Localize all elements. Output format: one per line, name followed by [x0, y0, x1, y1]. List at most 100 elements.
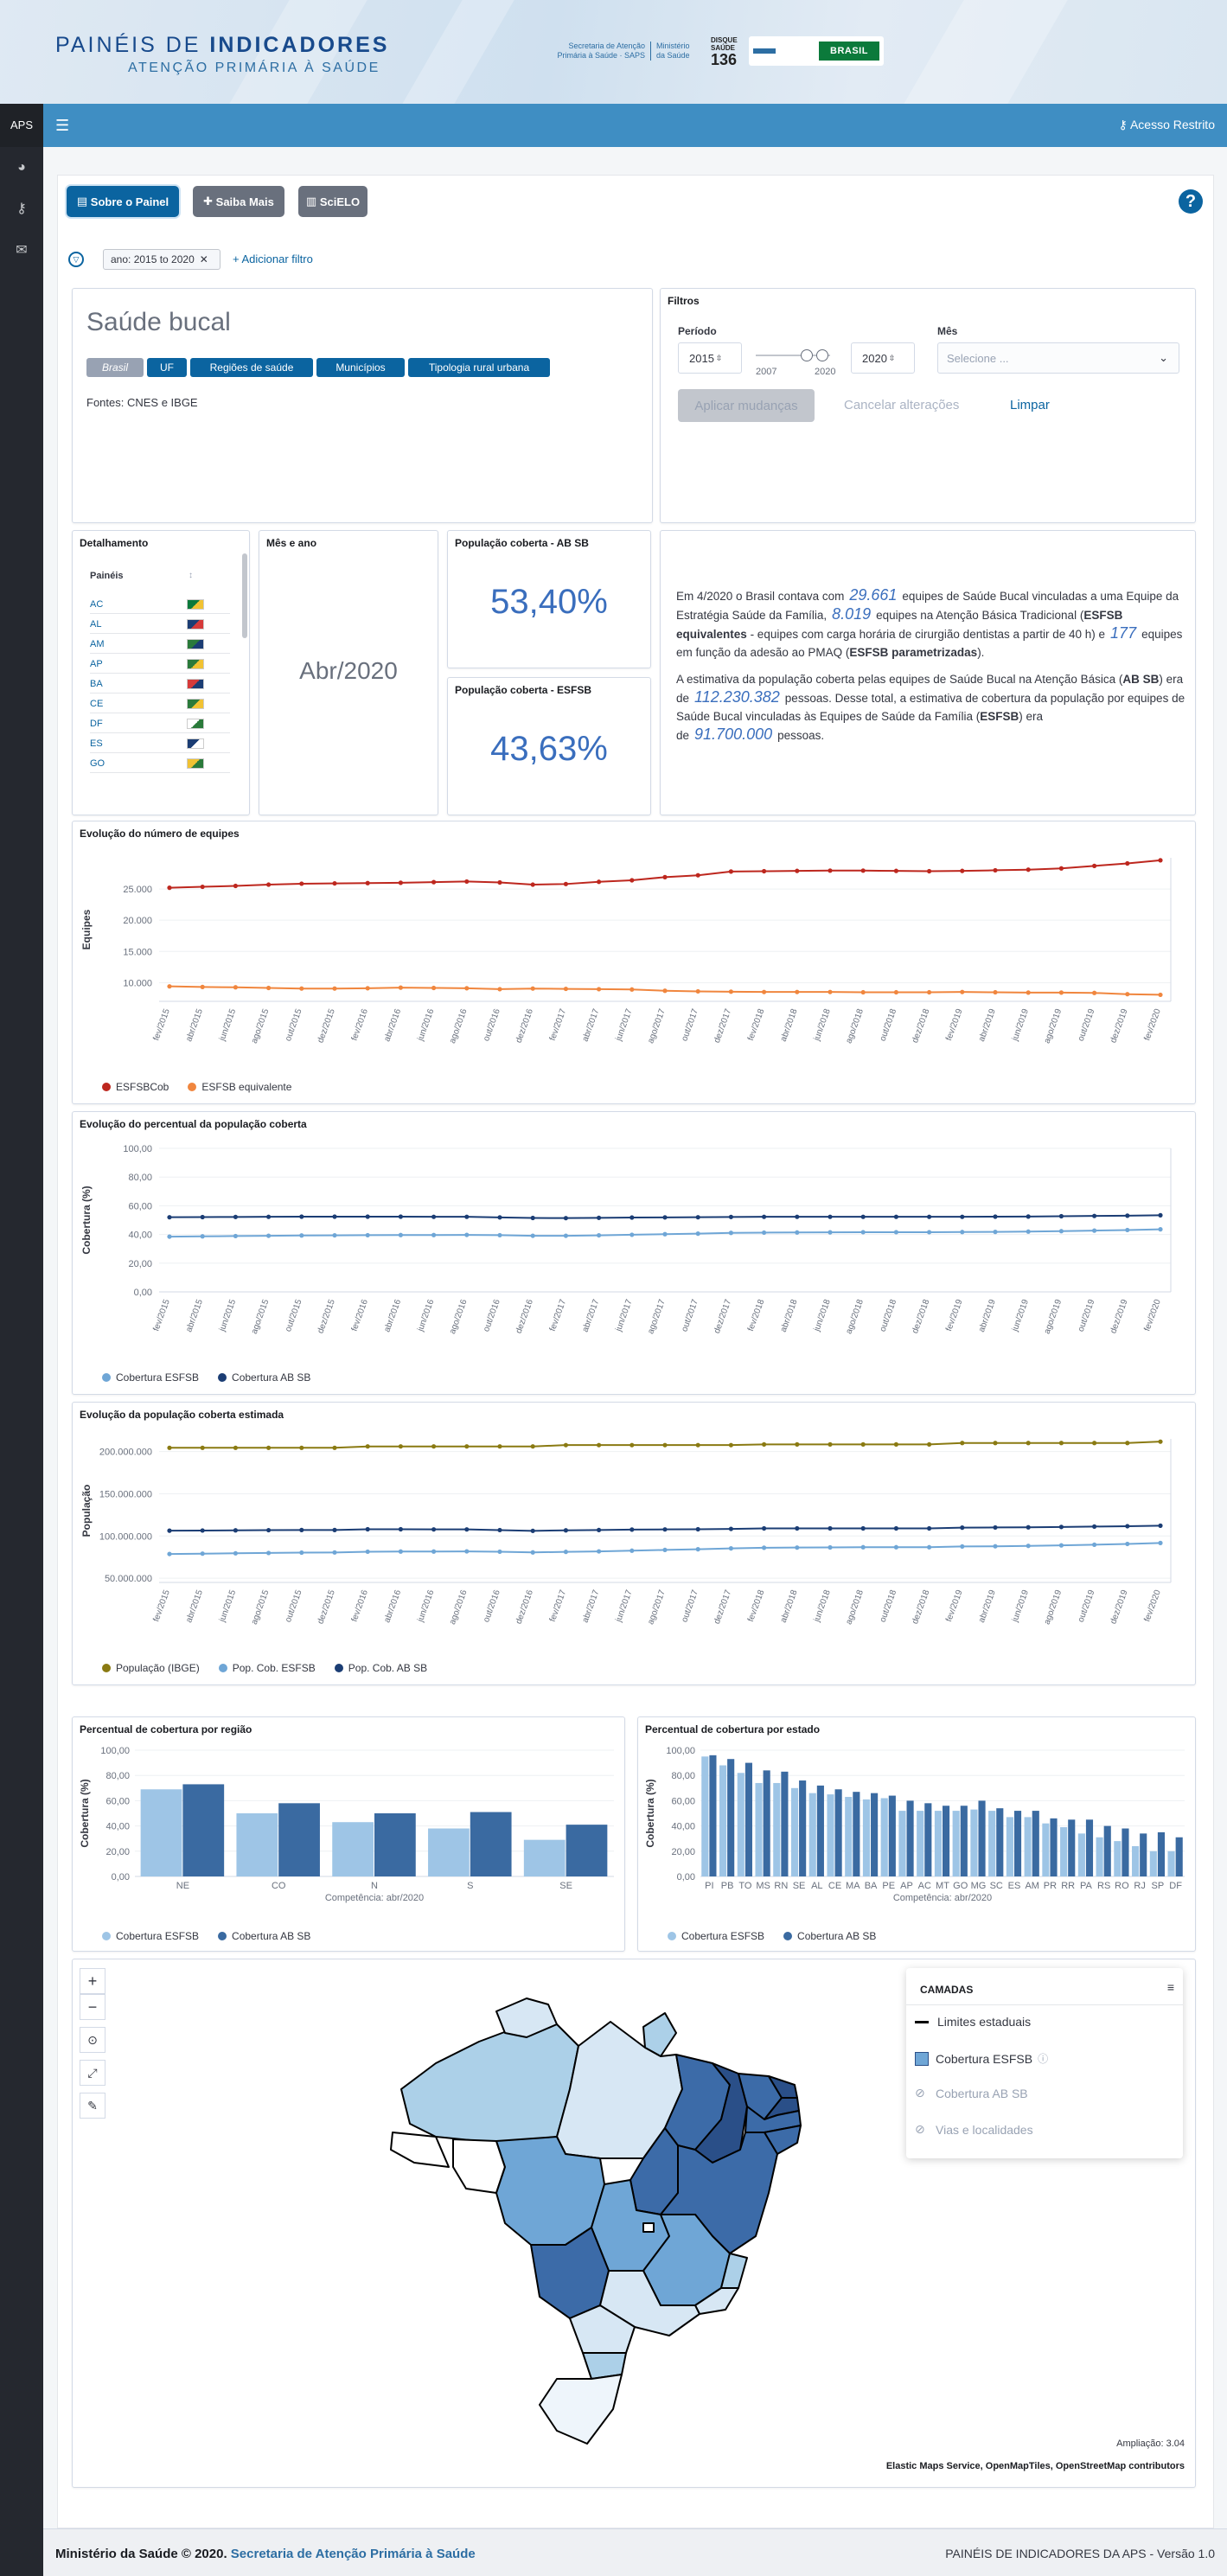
legend-item[interactable]: Pop. Cob. AB SB — [334, 1662, 427, 1674]
x-tick-label: AM — [1025, 1881, 1039, 1891]
legend-item[interactable]: Pop. Cob. ESFSB — [218, 1662, 316, 1674]
map-credits[interactable]: Elastic Maps Service, OpenMapTiles, Open… — [886, 2461, 1185, 2471]
legend-item[interactable]: Cobertura ESFSB — [668, 1930, 764, 1942]
table-cell[interactable]: AC — [90, 599, 103, 610]
brazil-map[interactable] — [384, 1994, 834, 2452]
x-tick-label: fev/2016 — [350, 1588, 371, 1623]
mail-icon[interactable]: ✉ — [0, 230, 43, 272]
reset-view-icon[interactable]: ⊙ — [80, 2027, 105, 2053]
legend-item[interactable]: Cobertura AB SB — [218, 1930, 310, 1942]
table-cell[interactable]: CE — [90, 699, 103, 709]
periodo-end-input[interactable]: 2020 ⇳ — [851, 342, 915, 374]
acesso-restrito-link[interactable]: ⚷ Acesso Restrito — [1119, 118, 1215, 132]
stepper-icon[interactable]: ⇳ — [889, 354, 896, 363]
add-filter-link[interactable]: + Adicionar filtro — [233, 252, 313, 265]
stepper-icon[interactable]: ⇳ — [716, 354, 723, 363]
layer-vias[interactable]: ⊘ Vias e localidades — [915, 2122, 1033, 2137]
table-cell[interactable]: AM — [90, 639, 105, 649]
dashboard-icon[interactable]: ◕ — [0, 147, 43, 189]
saiba-mais-button[interactable]: ✚ Saiba Mais — [193, 186, 284, 217]
table-row[interactable]: CE — [90, 694, 230, 713]
sobre-button[interactable]: ▤ Sobre o Painel — [67, 186, 179, 217]
zoom-out-button[interactable]: − — [80, 1994, 105, 2020]
data-point — [365, 880, 370, 885]
info-icon[interactable]: ⓘ — [1038, 2051, 1048, 2066]
sort-icon[interactable]: ↕ — [189, 571, 193, 580]
table-cell[interactable]: DF — [90, 719, 103, 729]
collapse-layers-icon[interactable]: ≡ — [1167, 1980, 1174, 1994]
draw-tool-icon[interactable]: ✎ — [80, 2093, 105, 2119]
data-point — [1026, 1214, 1031, 1219]
table-row[interactable]: AC — [90, 595, 230, 614]
menu-icon[interactable]: ☰ — [55, 118, 71, 133]
close-icon[interactable]: ✕ — [200, 253, 208, 265]
legend-item[interactable]: Cobertura AB SB — [783, 1930, 876, 1942]
table-row[interactable]: DF — [90, 714, 230, 733]
slider-handle-start[interactable] — [801, 349, 813, 361]
table-cell[interactable]: AP — [90, 659, 103, 669]
state-am[interactable] — [400, 2023, 579, 2142]
legend-item[interactable]: ESFSBCob — [102, 1081, 169, 1093]
x-tick-label: jun/2016 — [416, 1588, 437, 1624]
footer-saps-link[interactable]: Secretaria de Atenção Primária à Saúde — [231, 2547, 476, 2561]
data-point — [563, 1216, 569, 1221]
table-cell[interactable]: GO — [90, 758, 105, 769]
y-tick-label: 40,00 — [671, 1822, 695, 1832]
periodo-start-input[interactable]: 2015 ⇳ — [678, 342, 742, 374]
tab-brasil[interactable]: Brasil — [86, 358, 144, 377]
tab-uf[interactable]: UF — [147, 358, 187, 377]
legend-item[interactable]: Cobertura ESFSB — [102, 1930, 199, 1942]
filter-pill[interactable]: ano: 2015 to 2020 ✕ — [103, 249, 220, 270]
mes-select[interactable]: Selecione ... ⌄ — [937, 342, 1179, 374]
tab-municipios[interactable]: Municípios — [316, 358, 405, 377]
state-df[interactable] — [642, 2222, 655, 2233]
table-row[interactable]: AL — [90, 615, 230, 634]
layer-cobertura-absb[interactable]: ⊘ Cobertura AB SB — [915, 2086, 1028, 2100]
data-point — [1092, 990, 1097, 995]
layer-cobertura-esfsb[interactable]: Cobertura ESFSB ⓘ — [915, 2051, 1048, 2066]
legend-dot-icon — [102, 1083, 111, 1091]
scielo-button[interactable]: ▥ SciELO — [298, 186, 367, 217]
help-icon[interactable]: ? — [1179, 189, 1203, 214]
key-icon[interactable]: ⚷ — [0, 189, 43, 230]
table-cell[interactable]: ES — [90, 738, 103, 749]
zoom-in-button[interactable]: + — [80, 1968, 105, 1994]
legend-item[interactable]: ESFSB equivalente — [188, 1081, 291, 1093]
limpar-button[interactable]: Limpar — [1010, 398, 1050, 412]
layer-limites[interactable]: Limites estaduais — [915, 2015, 1031, 2029]
x-tick-label: MT — [936, 1881, 949, 1891]
table-row[interactable]: BA — [90, 674, 230, 694]
ministerio-logo: Ministério da Saúde — [650, 42, 695, 61]
scrollbar[interactable] — [242, 553, 247, 638]
table-row[interactable]: ES — [90, 734, 230, 753]
data-point — [431, 879, 437, 885]
cancel-button[interactable]: Cancelar alterações — [844, 398, 959, 412]
tab-tipologia[interactable]: Tipologia rural urbana — [408, 358, 550, 377]
table-cell[interactable]: BA — [90, 679, 103, 689]
slider-handle-end[interactable] — [816, 349, 828, 361]
table-col-header[interactable]: Painéis — [90, 571, 124, 581]
sidebar-aps-link[interactable]: APS — [0, 104, 43, 147]
chart-cobertura-title: Evolução do percentual da população cobe… — [80, 1118, 307, 1130]
legend-label: Pop. Cob. ESFSB — [232, 1662, 316, 1674]
data-point — [695, 1526, 700, 1532]
table-row[interactable]: AP — [90, 655, 230, 674]
fullscreen-icon[interactable]: ⤢ — [80, 2060, 105, 2086]
legend-item[interactable]: Cobertura AB SB — [218, 1371, 310, 1384]
state-rs[interactable] — [539, 2374, 623, 2445]
chart-cobertura-legend: Cobertura ESFSB Cobertura AB SB — [102, 1371, 329, 1384]
table-row[interactable]: AM — [90, 635, 230, 654]
legend-item[interactable]: Cobertura ESFSB — [102, 1371, 199, 1384]
tab-regioes[interactable]: Regiões de saúde — [190, 358, 313, 377]
table-row[interactable]: GO — [90, 754, 230, 773]
state-ro[interactable] — [452, 2138, 506, 2194]
table-cell[interactable]: AL — [90, 619, 101, 630]
data-point — [1026, 990, 1031, 995]
apply-button[interactable]: Aplicar mudanças — [678, 389, 815, 422]
legend-item[interactable]: População (IBGE) — [102, 1662, 200, 1674]
filter-icon[interactable]: ▽ — [68, 252, 84, 267]
x-tick-label: AC — [918, 1881, 931, 1891]
brand-title[interactable]: PAINÉIS DE INDICADORES — [55, 33, 389, 58]
x-tick-label: fev/2019 — [944, 1588, 965, 1623]
bar — [880, 1798, 888, 1876]
